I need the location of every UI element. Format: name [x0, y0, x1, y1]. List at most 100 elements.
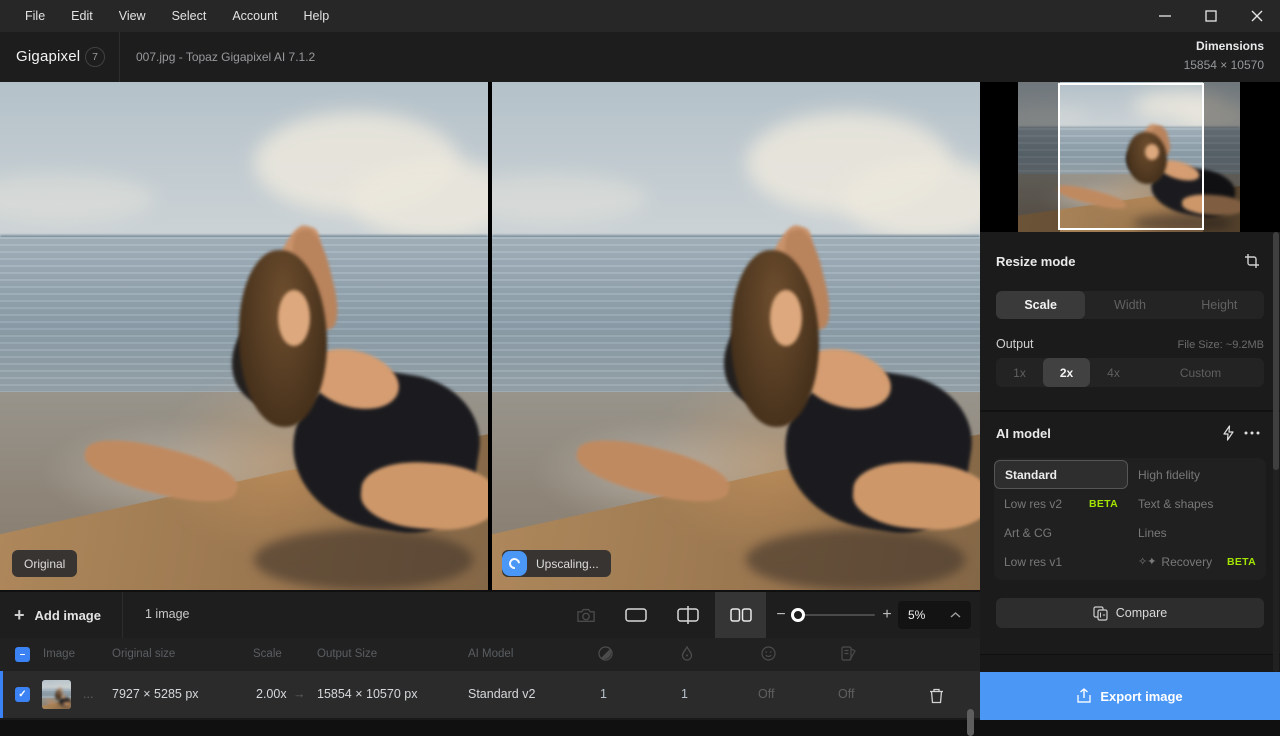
beta-badge: BETA [1089, 498, 1118, 510]
tab-scale[interactable]: Scale [996, 291, 1085, 319]
model-low-res-v2[interactable]: Low res v2BETA [994, 489, 1128, 518]
menu-select[interactable]: Select [159, 0, 220, 32]
single-view-button[interactable] [620, 592, 652, 638]
upscaling-badge: Upscaling... [502, 550, 611, 577]
maximize-icon [1205, 10, 1217, 22]
close-icon [1251, 10, 1263, 22]
row-color-value[interactable]: Off [838, 687, 854, 701]
settings-panel: Resize mode Scale Width Height Output Fi… [980, 82, 1280, 720]
color-column-icon [841, 646, 857, 661]
row-ai-model[interactable]: Standard v2 [468, 687, 535, 701]
navigator-preview[interactable] [980, 82, 1280, 232]
upscaling-badge-label: Upscaling... [536, 557, 599, 571]
row-output-size: 15854 × 10570 px [317, 687, 417, 701]
spacer [980, 655, 1280, 672]
export-image-button[interactable]: Export image [980, 672, 1280, 720]
scale-custom-button[interactable]: Custom [1137, 358, 1264, 387]
trash-icon [929, 687, 944, 704]
chevron-up-icon [950, 612, 961, 618]
model-art-cg[interactable]: Art & CG [994, 518, 1128, 547]
select-all-checkbox[interactable]: – [15, 647, 30, 662]
camera-icon [577, 607, 596, 623]
maximize-button[interactable] [1188, 0, 1234, 32]
model-standard[interactable]: Standard [994, 460, 1128, 489]
model-high-fidelity[interactable]: High fidelity [1128, 460, 1266, 489]
menu-account[interactable]: Account [219, 0, 290, 32]
navigator-dim-right [1203, 82, 1240, 232]
side-by-side-view-button[interactable] [715, 592, 766, 638]
close-button[interactable] [1234, 0, 1280, 32]
file-list: – Image Original size Scale Output Size … [0, 638, 980, 720]
upscaled-pane[interactable]: Upscaling... [492, 82, 980, 590]
face-recovery-column-icon [761, 646, 776, 661]
menu-help[interactable]: Help [291, 0, 343, 32]
original-pane[interactable]: Original [0, 82, 488, 590]
model-low-res-v1[interactable]: Low res v1 [994, 547, 1128, 576]
tab-width[interactable]: Width [1085, 291, 1174, 319]
export-label: Export image [1100, 689, 1182, 704]
file-list-scrollbar-thumb[interactable] [967, 709, 974, 736]
model-text-shapes[interactable]: Text & shapes [1128, 489, 1266, 518]
row-thumbnail [42, 680, 71, 709]
single-view-icon [625, 608, 647, 622]
menu-file[interactable]: File [12, 0, 58, 32]
beta-badge: BETA [1227, 556, 1256, 568]
compare-label: Compare [1116, 606, 1167, 620]
zoom-level-value: 5% [908, 608, 950, 622]
zoom-slider-knob[interactable] [791, 608, 805, 622]
menu-bar: File Edit View Select Account Help [0, 0, 1280, 32]
row-sharpen-value[interactable]: 1 [600, 687, 607, 701]
row-original-size: 7927 × 5285 px [112, 687, 199, 701]
navigator-dim-left [1018, 82, 1060, 232]
delete-image-button[interactable] [926, 684, 946, 706]
beach-photo [492, 82, 980, 590]
menu-view[interactable]: View [106, 0, 159, 32]
output-label: Output [996, 337, 1034, 351]
more-options-icon[interactable] [1240, 423, 1264, 443]
scale-1x-button[interactable]: 1x [996, 358, 1043, 387]
crop-icon[interactable] [1240, 251, 1264, 271]
dimensions-value: 15854 × 10570 [1184, 58, 1264, 72]
split-view-icon [676, 606, 700, 624]
model-lines[interactable]: Lines [1128, 518, 1266, 547]
file-size-estimate: File Size: ~9.2MB [1177, 339, 1264, 351]
header-scale: Scale [253, 648, 282, 660]
zoom-slider[interactable] [792, 614, 875, 616]
scale-4x-button[interactable]: 4x [1090, 358, 1137, 387]
split-view-button[interactable] [672, 592, 704, 638]
scale-2x-button[interactable]: 2x [1043, 358, 1090, 387]
model-recovery[interactable]: ✧✦RecoveryBETA [1128, 547, 1266, 576]
row-face-recovery-value[interactable]: Off [758, 687, 774, 701]
divider [980, 410, 1280, 412]
app-logo: Gigapixel [16, 48, 80, 65]
file-row[interactable]: ✓ ... 7927 × 5285 px 2.00x → 15854 × 105… [0, 671, 980, 718]
beach-photo [0, 82, 488, 590]
compare-button[interactable]: Compare [996, 598, 1264, 628]
sharpen-column-icon [598, 646, 613, 661]
preview-canvas[interactable]: Original Upscaling... [0, 82, 980, 590]
snapshot-camera-button[interactable] [574, 592, 598, 638]
row-denoise-value[interactable]: 1 [681, 687, 688, 701]
selected-row-indicator [0, 671, 3, 718]
lightning-icon[interactable] [1216, 423, 1240, 443]
ai-model-grid: Standard High fidelity Low res v2BETA Te… [994, 458, 1266, 580]
zoom-out-button[interactable]: − [772, 592, 790, 638]
zoom-level-control[interactable]: 5% [898, 601, 971, 629]
resize-mode-tabs: Scale Width Height [996, 291, 1264, 319]
dimensions-readout: Dimensions 15854 × 10570 [1184, 39, 1264, 72]
add-image-label: Add image [35, 608, 101, 623]
row-checkbox[interactable]: ✓ [15, 687, 30, 702]
arrow-right-icon: → [293, 687, 306, 701]
navigator-viewport-box[interactable] [1058, 83, 1204, 230]
version-badge: 7 [85, 47, 105, 67]
header-original-size: Original size [112, 648, 175, 660]
sidebar-scrollbar-thumb[interactable] [1273, 232, 1279, 470]
app-header: Gigapixel 7 007.jpg - Topaz Gigapixel AI… [0, 32, 1280, 82]
menu-edit[interactable]: Edit [58, 0, 106, 32]
minimize-button[interactable] [1142, 0, 1188, 32]
row-scale[interactable]: 2.00x [256, 687, 287, 701]
bottom-toolbar: + Add image 1 image − + 5% [0, 592, 980, 638]
zoom-in-button[interactable]: + [878, 592, 896, 638]
tab-height[interactable]: Height [1175, 291, 1264, 319]
add-image-button[interactable]: + Add image [14, 592, 101, 638]
